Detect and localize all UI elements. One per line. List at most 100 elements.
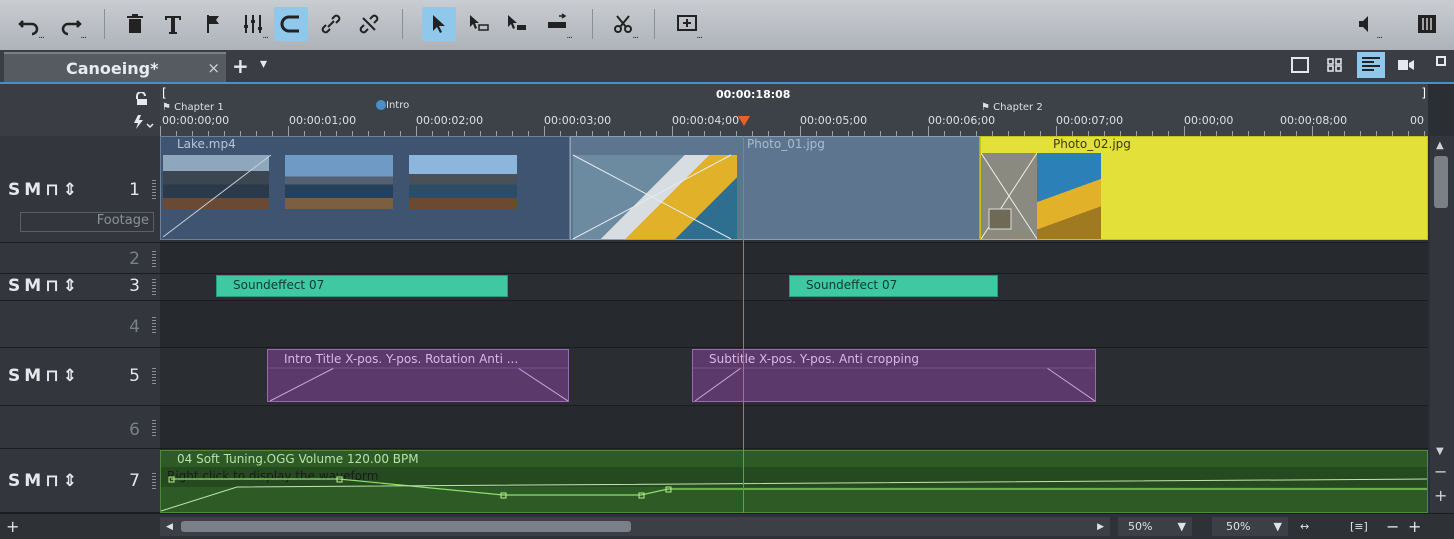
track-controls: S M ⊓ ⇕ — [8, 276, 77, 296]
redo-button[interactable]: ... — [54, 7, 88, 41]
lock-track-icon[interactable]: ⊓ — [45, 180, 59, 200]
track-2[interactable] — [160, 243, 1428, 274]
playhead-line[interactable] — [743, 136, 744, 513]
move-mode-button[interactable] — [500, 7, 534, 41]
range-start-bracket: [ — [162, 86, 167, 100]
zoom-in-track-icon[interactable]: + — [1434, 486, 1447, 505]
lock-track-icon[interactable]: ⊓ — [45, 366, 59, 386]
clip-intro-title[interactable]: Intro Title X-pos. Y-pos. Rotation Anti … — [267, 349, 569, 402]
redo-icon — [61, 20, 82, 36]
track-grip[interactable] — [152, 180, 156, 200]
solo-button[interactable]: S — [8, 471, 20, 491]
track-grip[interactable] — [152, 473, 156, 489]
volume-curve[interactable] — [161, 451, 1428, 513]
mixer-panel-button[interactable] — [1410, 7, 1444, 41]
clip-lake[interactable]: Lake.mp4 — [160, 136, 570, 240]
mute-button[interactable]: M — [24, 180, 41, 200]
lock-track-icon[interactable]: ⊓ — [45, 276, 59, 296]
unlink-button[interactable] — [352, 7, 386, 41]
marker-chapter-1[interactable]: ⚑ Chapter 1 — [162, 102, 224, 113]
clip-audio[interactable]: 04 Soft Tuning.OGG Volume 120.00 BPM Rig… — [160, 450, 1428, 513]
magnet-button[interactable] — [274, 7, 308, 41]
solo-button[interactable]: S — [8, 276, 20, 296]
scroll-right-icon[interactable]: ▶ — [1097, 522, 1104, 532]
add-tab-button[interactable]: + — [232, 54, 249, 78]
expand-track-icon[interactable]: ⇕ — [63, 471, 77, 491]
fit-all-icon[interactable]: [≡] — [1350, 517, 1368, 536]
delete-button[interactable] — [118, 7, 152, 41]
lock-icon[interactable] — [134, 92, 148, 106]
zoom-out-button[interactable]: − — [1386, 517, 1399, 536]
track-grip[interactable] — [152, 420, 156, 436]
volume-button[interactable]: ... — [1350, 7, 1384, 41]
marker-chapter-2[interactable]: ⚑ Chapter 2 — [981, 102, 1043, 113]
horizontal-scroll-thumb[interactable] — [180, 521, 631, 532]
solo-button[interactable]: S — [8, 180, 20, 200]
pointer-mode-button[interactable] — [422, 7, 456, 41]
scroll-up-icon[interactable]: ▲ — [1436, 140, 1444, 151]
cut-button[interactable]: ... — [606, 7, 640, 41]
clip-soundeffect-1[interactable]: Soundeffect 07 — [216, 275, 508, 297]
maximize-icon[interactable] — [1436, 56, 1446, 66]
chevron-down-icon: ▼ — [1177, 520, 1186, 533]
undo-button[interactable]: ... — [12, 7, 46, 41]
track-grip[interactable] — [152, 317, 156, 333]
solo-button[interactable]: S — [8, 366, 20, 386]
tab-label: Canoeing* — [66, 59, 159, 78]
clip-subtitle[interactable]: Subtitle X-pos. Y-pos. Anti cropping — [692, 349, 1096, 402]
ruler-tick — [672, 126, 673, 136]
clip-soundeffect-2[interactable]: Soundeffect 07 — [789, 275, 998, 297]
title-button[interactable] — [156, 7, 190, 41]
marker-label: Chapter 1 — [174, 102, 224, 113]
tab-canoeing[interactable]: Canoeing* × — [4, 52, 226, 82]
scroll-thumb[interactable] — [1434, 156, 1448, 208]
tab-menu-button[interactable]: ▾ — [260, 56, 267, 72]
mixer-button[interactable]: ... — [236, 7, 270, 41]
horizontal-scrollbar[interactable]: ◀ ▶ — [160, 517, 1110, 536]
track-4[interactable] — [160, 301, 1428, 348]
layout-single-icon[interactable] — [1290, 56, 1310, 74]
zoom-select-1[interactable]: 50% ▼ — [1118, 517, 1192, 536]
lock-track-icon[interactable]: ⊓ — [45, 471, 59, 491]
playhead-handle[interactable] — [738, 116, 750, 126]
mute-button[interactable]: M — [24, 366, 41, 386]
expand-track-icon[interactable]: ⇕ — [63, 180, 77, 200]
stretch-mode-button[interactable]: ... — [540, 7, 574, 41]
chevron-down-icon: ▼ — [1273, 520, 1282, 533]
clip-photo-01[interactable]: Photo_01.jpg — [570, 136, 980, 240]
scroll-left-icon[interactable]: ◀ — [166, 522, 173, 532]
track-grip[interactable] — [152, 368, 156, 384]
marker-button[interactable] — [196, 7, 230, 41]
tick-label: 00:00:07;00 — [1056, 114, 1124, 127]
layout-timeline-icon[interactable] — [1357, 52, 1385, 78]
lightning-icon[interactable] — [132, 114, 154, 130]
ruler-tick — [160, 126, 161, 136]
layout-storyboard-icon[interactable] — [1396, 56, 1416, 74]
close-tab-icon[interactable]: × — [207, 59, 220, 77]
vertical-scrollbar[interactable]: ▲ ▼ − + — [1430, 136, 1454, 513]
track-grip[interactable] — [152, 251, 156, 267]
track-number: 1 — [129, 180, 140, 200]
scroll-down-icon[interactable]: ▼ — [1436, 446, 1444, 457]
track-6[interactable] — [160, 406, 1428, 449]
mute-button[interactable]: M — [24, 276, 41, 296]
zoom-in-button[interactable]: + — [1408, 517, 1421, 536]
zoom-out-track-icon[interactable]: − — [1434, 462, 1447, 481]
zoom-value: 50% — [1128, 520, 1153, 533]
link-button[interactable] — [314, 7, 348, 41]
clip-photo-02[interactable]: Photo_02.jpg — [980, 136, 1428, 240]
track-grip[interactable] — [152, 279, 156, 295]
mute-button[interactable]: M — [24, 471, 41, 491]
layout-grid-icon[interactable] — [1325, 56, 1345, 74]
insert-button[interactable]: ... — [670, 7, 704, 41]
footage-field[interactable]: Footage — [20, 212, 154, 232]
edit-mode-button[interactable] — [462, 7, 496, 41]
marker-intro[interactable]: Intro — [376, 100, 409, 111]
timeline-ruler[interactable]: [ 00:00:18:08 ] ⚑ Chapter 1 Intro ⚑ Chap… — [160, 84, 1428, 137]
expand-track-icon[interactable]: ⇕ — [63, 366, 77, 386]
fit-width-icon[interactable]: ↔ — [1300, 517, 1309, 536]
expand-track-icon[interactable]: ⇕ — [63, 276, 77, 296]
zoom-select-2[interactable]: 50% ▼ — [1212, 517, 1288, 536]
add-track-button[interactable]: + — [6, 517, 19, 536]
zoom-value: 50% — [1226, 520, 1251, 533]
